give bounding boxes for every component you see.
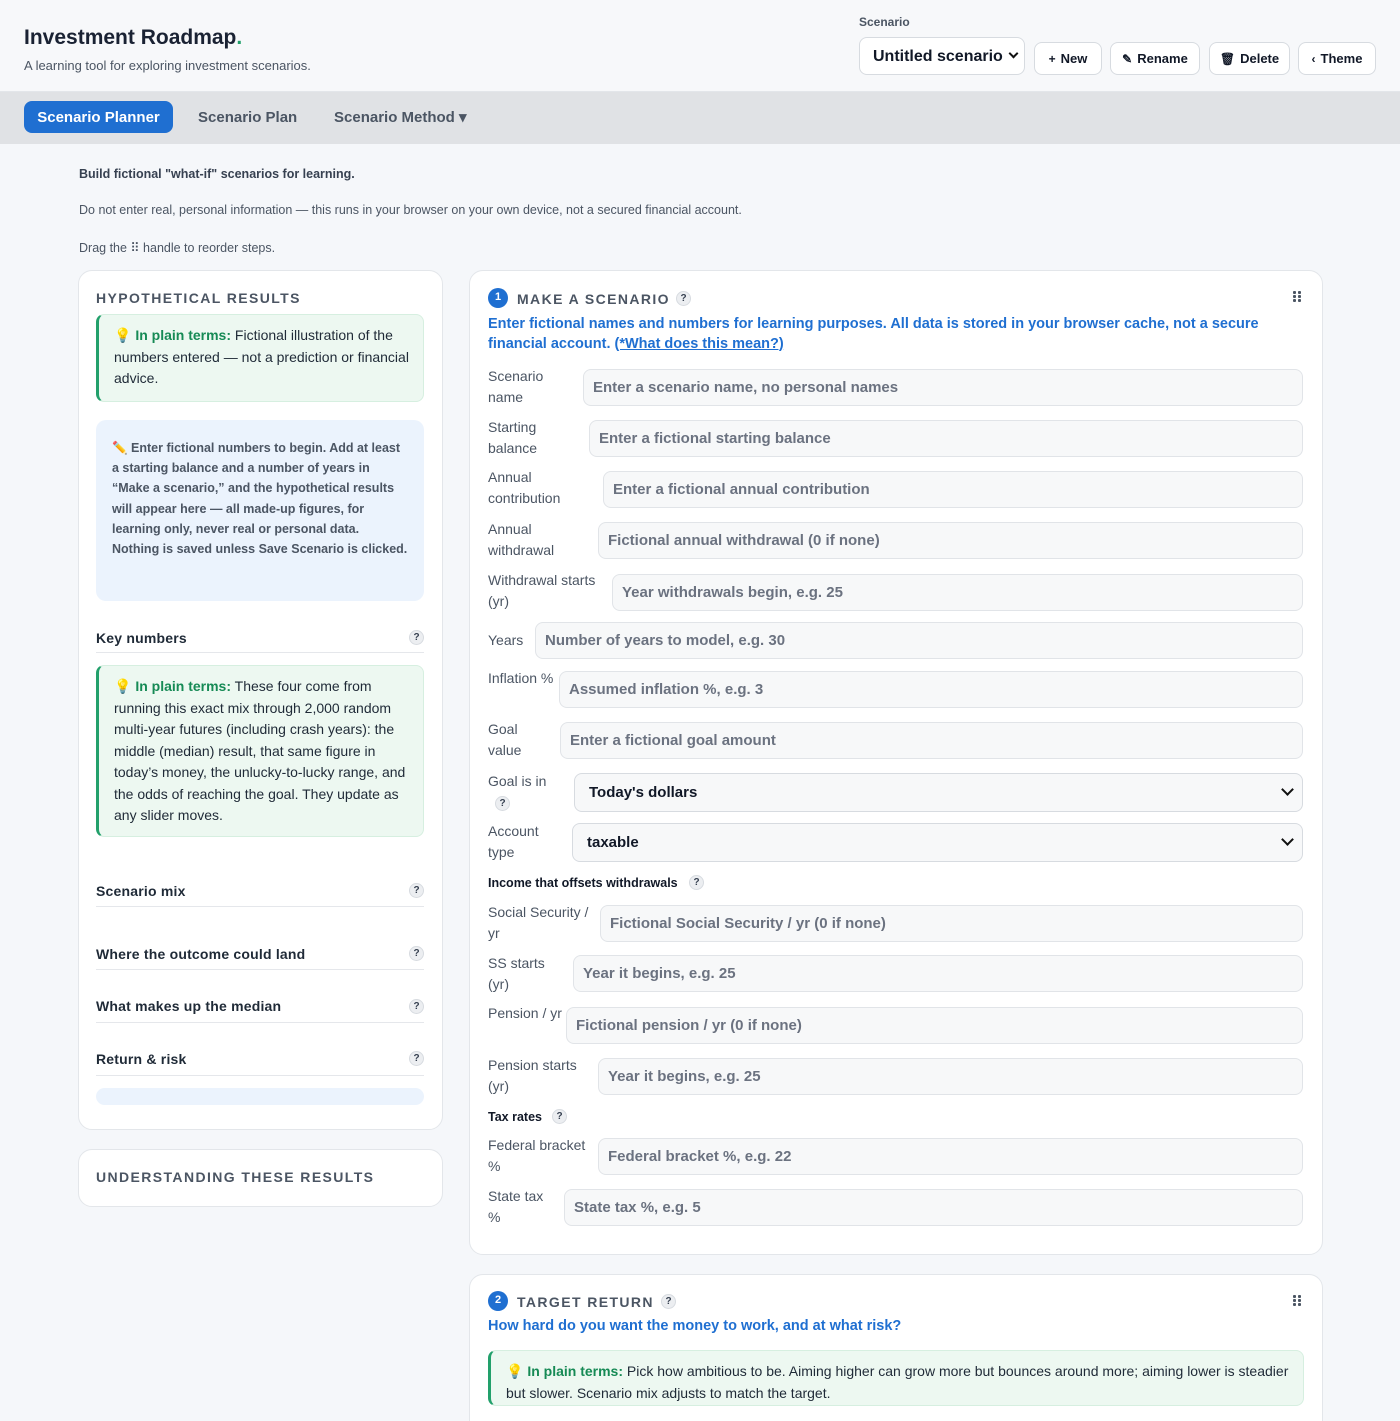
help-icon[interactable]: ? — [689, 875, 704, 890]
field-label: Scenario name — [488, 368, 544, 405]
help-icon[interactable]: ? — [409, 1051, 424, 1066]
field-label: Annual withdrawal — [488, 521, 555, 558]
inflation-input[interactable]: Assumed inflation %, e.g. 3 — [559, 671, 1303, 708]
goal-value-input[interactable]: Enter a fictional goal amount — [560, 722, 1303, 759]
scenario-name-input[interactable]: Enter a scenario name, no personal names — [583, 369, 1303, 406]
step-lead-text: Enter fictional names and numbers for le… — [488, 316, 1259, 352]
intro-line-3: Drag the ⠿ handle to reorder steps. — [79, 241, 276, 255]
pencil-icon: ✎ — [1122, 51, 1133, 66]
field-label: Starting balance — [488, 419, 538, 456]
main-nav: Scenario Planner Scenario Plan Scenario … — [0, 92, 1400, 144]
rename-button[interactable]: ✎ Rename — [1110, 42, 1200, 75]
field-label: Pension starts (yr) — [488, 1057, 577, 1094]
annual-contribution-input[interactable]: Enter a fictional annual contribution — [603, 471, 1303, 508]
scenario-select[interactable]: Untitled scenario — [859, 37, 1025, 75]
section-key-numbers[interactable]: Key numbers — [96, 630, 424, 653]
help-icon[interactable]: ? — [495, 796, 510, 811]
chevron-down-icon — [1008, 48, 1019, 59]
field-label: State tax % — [488, 1188, 544, 1225]
income-subheading: Income that offsets withdrawals — [488, 876, 678, 890]
withdrawal-start-input[interactable]: Year withdrawals begin, e.g. 25 — [612, 574, 1303, 611]
help-icon[interactable]: ? — [409, 630, 424, 645]
scenario-label: Scenario — [859, 15, 910, 29]
annual-withdrawal-input[interactable]: Fictional annual withdrawal (0 if none) — [598, 522, 1303, 559]
field-label: Social Security / yr — [488, 904, 589, 941]
theme-button[interactable]: ‹ Theme — [1298, 42, 1376, 75]
chevron-down-icon — [1281, 783, 1294, 796]
results-heading: HYPOTHETICAL RESULTS — [96, 290, 301, 306]
intro-line-2: Do not enter real, personal information … — [79, 203, 742, 217]
delete-button[interactable]: 🗑 Delete — [1209, 42, 1290, 75]
help-icon[interactable]: ? — [409, 946, 424, 961]
results-progress-bar — [96, 1088, 424, 1105]
starting-balance-input[interactable]: Enter a fictional starting balance — [589, 420, 1303, 457]
help-icon[interactable]: ? — [409, 999, 424, 1014]
field-label: Federal bracket % — [488, 1137, 586, 1174]
chevron-left-icon: ‹ — [1311, 51, 1316, 66]
tab-scenario-method[interactable]: Scenario Method ▾ — [334, 101, 467, 133]
account-type-select[interactable]: taxable — [572, 823, 1303, 862]
step-number-badge: 2 — [488, 1291, 508, 1311]
trash-icon: 🗑 — [1219, 51, 1236, 66]
chevron-down-icon — [1281, 833, 1294, 846]
field-label: Withdrawal starts (yr) — [488, 572, 596, 609]
field-label: Inflation % — [488, 670, 554, 686]
step-lead-text: How hard do you want the money to work, … — [488, 1318, 902, 1334]
app-header: Investment Roadmap. A learning tool for … — [0, 0, 1400, 92]
app-subtitle: A learning tool for exploring investment… — [24, 58, 311, 73]
field-label: SS starts (yr) — [488, 955, 545, 992]
results-plain-terms-tip: 💡 In plain terms: Fictional illustration… — [96, 314, 424, 402]
field-label: Goal value — [488, 721, 522, 758]
field-label: Pension / yr — [488, 1005, 562, 1021]
new-button[interactable]: + New — [1034, 42, 1102, 75]
tab-scenario-planner[interactable]: Scenario Planner — [24, 101, 173, 133]
key-numbers-plain-terms-tip: 💡 In plain terms: These four come from r… — [96, 665, 424, 837]
help-icon[interactable]: ? — [661, 1294, 676, 1309]
pension-input[interactable]: Fictional pension / yr (0 if none) — [566, 1007, 1303, 1044]
years-input[interactable]: Number of years to model, e.g. 30 — [535, 622, 1303, 659]
tax-subheading: Tax rates — [488, 1110, 542, 1124]
understanding-heading: UNDERSTANDING THESE RESULTS — [96, 1169, 375, 1185]
make-scenario-panel — [469, 270, 1323, 1255]
section-outcome-range[interactable]: Where the outcome could land — [96, 946, 424, 970]
goal-dollars-select[interactable]: Today's dollars — [574, 773, 1303, 812]
ss-start-input[interactable]: Year it begins, e.g. 25 — [573, 955, 1303, 992]
section-scenario-mix[interactable]: Scenario mix — [96, 883, 424, 907]
pension-start-input[interactable]: Year it begins, e.g. 25 — [598, 1058, 1303, 1095]
tab-scenario-plan[interactable]: Scenario Plan — [198, 101, 297, 133]
step-heading: MAKE A SCENARIO — [517, 291, 670, 307]
drag-handle-icon[interactable] — [1293, 1295, 1301, 1307]
field-label: Account type — [488, 823, 539, 860]
field-label: Annual contribution — [488, 469, 561, 506]
intro-line-1: Build fictional "what-if" scenarios for … — [79, 167, 355, 181]
help-icon[interactable]: ? — [409, 883, 424, 898]
drag-handle-icon[interactable] — [1293, 291, 1301, 303]
plus-icon: + — [1048, 51, 1056, 66]
section-median-breakdown[interactable]: What makes up the median — [96, 998, 424, 1023]
step-heading: TARGET RETURN — [517, 1294, 654, 1310]
target-return-plain-terms-tip: 💡 In plain terms: Pick how ambitious to … — [488, 1350, 1304, 1406]
app-title: Investment Roadmap. — [24, 26, 243, 49]
help-icon[interactable]: ? — [552, 1109, 567, 1124]
what-does-this-mean-link[interactable]: (*What does this mean?) — [615, 336, 784, 352]
scenario-select-value: Untitled scenario — [873, 48, 1003, 65]
section-return-risk[interactable]: Return & risk — [96, 1051, 424, 1076]
social-security-input[interactable]: Fictional Social Security / yr (0 if non… — [600, 905, 1303, 942]
results-empty-info: ✏️ Enter fictional numbers to begin. Add… — [96, 420, 424, 601]
help-icon[interactable]: ? — [676, 291, 691, 306]
step-number-badge: 1 — [488, 288, 508, 308]
federal-bracket-input[interactable]: Federal bracket %, e.g. 22 — [598, 1138, 1303, 1175]
field-label: Goal is in — [488, 773, 547, 789]
state-tax-input[interactable]: State tax %, e.g. 5 — [564, 1189, 1303, 1226]
